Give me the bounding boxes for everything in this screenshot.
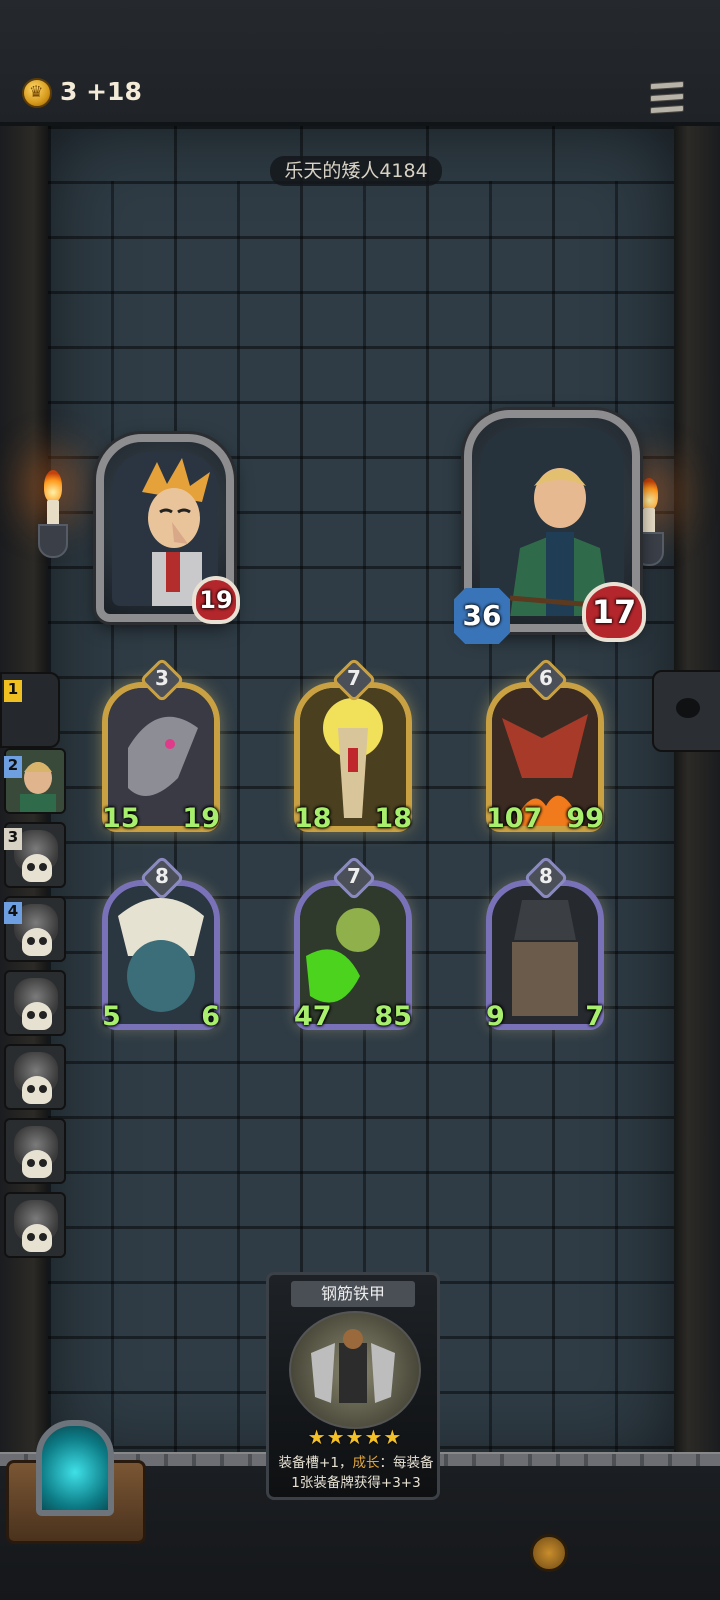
- minion-card[interactable]: 6 107 99: [486, 657, 604, 834]
- minion-cost: 8: [539, 864, 553, 888]
- turn-number-1: 1: [4, 680, 22, 702]
- minion-cost: 6: [539, 666, 553, 690]
- turn-number-3: 3: [4, 828, 22, 850]
- skull-icon: [22, 928, 52, 956]
- skull-icon: [22, 1076, 52, 1104]
- menu-icon[interactable]: [650, 80, 684, 115]
- right-pillar: [674, 126, 720, 1566]
- minion-health: 19: [182, 803, 220, 834]
- turn-number-2: 2: [4, 756, 22, 778]
- minion-health: 85: [374, 1001, 412, 1032]
- turn-order-slot-6[interactable]: [4, 1044, 66, 1110]
- equipment-title: 钢筋铁甲: [291, 1281, 415, 1307]
- minion-health: 7: [585, 1001, 604, 1032]
- minion-health: 6: [201, 1001, 220, 1032]
- player-armor-badge: 36: [454, 588, 510, 644]
- hero-power-button[interactable]: [530, 1534, 568, 1572]
- torch-left-icon: [38, 470, 68, 560]
- opponent-hero-portrait[interactable]: 19: [96, 434, 240, 624]
- turn-order-slot-5[interactable]: [4, 970, 66, 1036]
- minion-attack: 15: [102, 803, 140, 834]
- opponent-health-heart: 19: [192, 576, 240, 624]
- equipment-card[interactable]: 钢筋铁甲 ★★★★★ 装备槽+1，成长：每装备1张装备牌获得+3+3: [266, 1272, 440, 1500]
- minion-health: 18: [374, 803, 412, 834]
- player-health-heart: 17: [582, 582, 646, 642]
- top-bar: 3 +18: [0, 0, 720, 126]
- minion-card[interactable]: 8 9 7: [486, 855, 604, 1032]
- portal-icon[interactable]: [36, 1420, 114, 1516]
- minion-attack: 107: [486, 803, 543, 834]
- player-hero-portrait[interactable]: 36 17: [454, 410, 646, 644]
- minion-cost: 3: [155, 666, 169, 690]
- minion-attack: 47: [294, 1001, 332, 1032]
- turn-order-slot-8[interactable]: [4, 1192, 66, 1258]
- minion-card[interactable]: 8 5 6: [102, 855, 220, 1032]
- minion-cost: 7: [347, 864, 361, 888]
- right-panel-handle[interactable]: [652, 670, 720, 752]
- skull-icon: [22, 1224, 52, 1252]
- minion-attack: 5: [102, 1001, 121, 1032]
- skull-icon: [22, 1150, 52, 1178]
- crown-coin-icon: [22, 78, 52, 108]
- opponent-name: 乐天的矮人4184: [270, 156, 442, 186]
- equipment-description: 装备槽+1，成长：每装备1张装备牌获得+3+3: [278, 1455, 434, 1491]
- minion-attack: 18: [294, 803, 332, 834]
- skull-icon: [22, 1002, 52, 1030]
- minion-card[interactable]: 3 15 19: [102, 657, 220, 834]
- turn-order-slot-7[interactable]: [4, 1118, 66, 1184]
- minion-card[interactable]: 7 47 85: [294, 855, 412, 1032]
- minion-cost: 7: [347, 666, 361, 690]
- minion-cost: 8: [155, 864, 169, 888]
- armor-art-icon: [289, 1311, 421, 1429]
- skull-icon: [22, 854, 52, 882]
- equipment-stars: ★★★★★: [307, 1425, 403, 1449]
- gold-counter: 3 +18: [60, 77, 142, 106]
- minion-health: 99: [566, 803, 604, 834]
- minion-card[interactable]: 7 18 18: [294, 657, 412, 834]
- minion-attack: 9: [486, 1001, 505, 1032]
- turn-number-4: 4: [4, 902, 22, 924]
